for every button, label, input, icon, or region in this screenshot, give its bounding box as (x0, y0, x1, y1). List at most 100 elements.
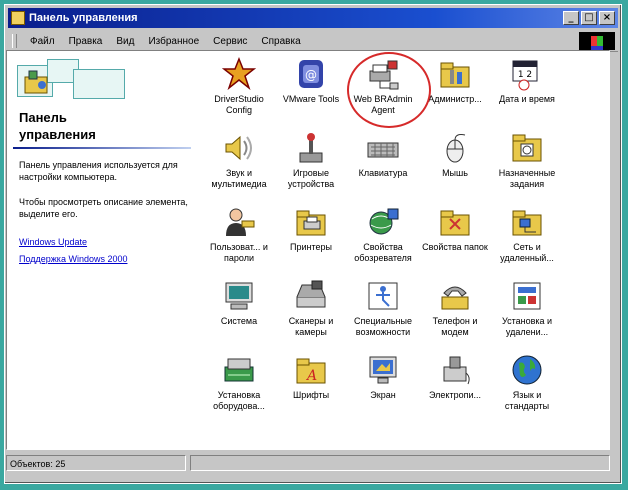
item-label: Установка и удалени... (501, 316, 553, 337)
menu-favorites[interactable]: Избранное (141, 36, 206, 47)
item-label: Свойства обозревателя (354, 242, 412, 263)
item-label: Мышь (442, 168, 468, 178)
item-label: Язык и стандарты (504, 390, 550, 411)
calendar-clock-icon: 1 2 (512, 60, 538, 91)
item-label: Установка оборудова... (213, 390, 265, 411)
hardware-icon (224, 358, 254, 382)
svg-text:A: A (305, 368, 317, 384)
item-label: Специальные возможности (354, 316, 412, 337)
phone-modem-icon (441, 286, 469, 310)
control-panel-item[interactable]: A Шрифты (275, 353, 347, 427)
mouse-icon (446, 134, 466, 163)
item-label: Свойства папок (422, 242, 488, 252)
content-area: Панель управления Панель управления испо… (6, 50, 610, 450)
control-panel-item[interactable]: Свойства обозревателя (347, 205, 419, 279)
internet-options-icon (369, 208, 399, 235)
menu-help[interactable]: Справка (254, 36, 307, 47)
control-panel-item[interactable]: @ VMware Tools (275, 57, 347, 131)
item-label: Телефон и модем (432, 316, 478, 337)
menu-bar: Файл Правка Вид Избранное Сервис Справка (8, 31, 618, 52)
item-label: Электропи... (428, 390, 481, 400)
keyboard-icon (367, 142, 399, 158)
item-label: Экран (370, 390, 396, 400)
item-label: Игровые устройства (287, 168, 335, 189)
control-panel-item[interactable]: Специальные возможности (347, 279, 419, 353)
control-panel-item[interactable]: Язык и стандарты (491, 353, 563, 427)
folder-options-icon (440, 210, 470, 236)
power-icon (443, 356, 470, 385)
display-icon (369, 356, 397, 384)
item-label: Звук и мультимедиа (211, 168, 267, 189)
control-panel-item[interactable]: Звук и мультимедиа (203, 131, 275, 205)
toolbar-grip[interactable] (12, 34, 17, 48)
menu-tools[interactable]: Сервис (206, 36, 254, 47)
control-panel-item[interactable]: Клавиатура (347, 131, 419, 205)
control-panel-item[interactable]: Принтеры (275, 205, 347, 279)
fonts-icon: A (296, 358, 326, 384)
control-panel-item[interactable]: Система (203, 279, 275, 353)
windows-update-link[interactable]: Windows Update (19, 237, 87, 247)
control-panel-item[interactable]: Пользоват... и пароли (203, 205, 275, 279)
title-divider (13, 147, 191, 149)
title-bar[interactable]: Панель управления _ □ × (8, 8, 618, 28)
maximize-button[interactable]: □ (581, 11, 597, 25)
item-label: Система (220, 316, 258, 326)
driverstudio-icon (222, 57, 256, 91)
svg-text:@: @ (305, 68, 317, 82)
menu-file[interactable]: Файл (23, 36, 62, 47)
control-panel-item[interactable]: DriverStudio Config (203, 57, 275, 131)
item-label: DriverStudio Config (214, 94, 264, 115)
left-info-panel: Панель управления Панель управления испо… (7, 51, 197, 449)
printer-folder-icon (296, 210, 326, 236)
admin-tools-icon (440, 62, 470, 88)
status-panel (190, 455, 610, 471)
item-label: Клавиатура (358, 168, 408, 178)
control-panel-item[interactable]: 1 2 Дата и время (491, 57, 563, 131)
item-label: VMware Tools (282, 94, 340, 104)
control-panel-item[interactable]: Установка оборудова... (203, 353, 275, 427)
windows-support-link[interactable]: Поддержка Windows 2000 (19, 254, 127, 264)
add-remove-icon (513, 282, 541, 310)
users-icon (226, 208, 255, 236)
item-label: Дата и время (499, 94, 555, 104)
menu-edit[interactable]: Правка (62, 36, 110, 47)
page-title: Панель управления (19, 110, 96, 142)
item-label: Шрифты (292, 390, 330, 400)
accessibility-icon (368, 282, 398, 310)
menu-view[interactable]: Вид (109, 36, 141, 47)
control-panel-item[interactable]: Назначенные задания (491, 131, 563, 205)
control-panel-large-icon (24, 70, 48, 94)
control-panel-item[interactable]: Администр... (419, 57, 491, 131)
scanner-icon (296, 280, 326, 308)
control-panel-items: DriverStudio Config @ VMware Tools Web BRAd… (203, 57, 603, 427)
panel-hint: Чтобы просмотреть описание элемента, выд… (19, 197, 188, 219)
network-icon (512, 210, 542, 236)
close-button[interactable]: × (599, 11, 615, 25)
globe-icon (512, 355, 542, 385)
control-panel-item[interactable]: Свойства папок (419, 205, 491, 279)
control-panel-item[interactable]: Электропи... (419, 353, 491, 427)
control-panel-item[interactable]: Сканеры и камеры (275, 279, 347, 353)
windows-logo-icon (579, 32, 615, 50)
item-label: Принтеры (290, 242, 332, 252)
item-label: Сеть и удаленный... (500, 242, 554, 263)
control-panel-item[interactable]: Web BRAdmin Agent (347, 57, 419, 131)
item-label: Web BRAdmin Agent (353, 94, 413, 115)
item-label: Пользоват... и пароли (210, 242, 268, 263)
item-label: Сканеры и камеры (288, 316, 334, 337)
control-panel-item[interactable]: Мышь (419, 131, 491, 205)
control-panel-icon (11, 11, 25, 25)
control-panel-item[interactable]: Телефон и модем (419, 279, 491, 353)
minimize-button[interactable]: _ (563, 11, 579, 25)
system-icon (225, 282, 253, 310)
banner-graphic (17, 59, 127, 99)
control-panel-item[interactable]: Экран (347, 353, 419, 427)
control-panel-item[interactable]: Установка и удалени... (491, 279, 563, 353)
joystick-icon (299, 133, 323, 163)
printer-network-icon (369, 60, 399, 90)
status-bar: Объектов: 25 (6, 454, 610, 472)
control-panel-item[interactable]: Сеть и удаленный... (491, 205, 563, 279)
control-panel-item[interactable]: Игровые устройства (275, 131, 347, 205)
vmware-icon: @ (299, 60, 323, 88)
window-title: Панель управления (29, 12, 138, 24)
